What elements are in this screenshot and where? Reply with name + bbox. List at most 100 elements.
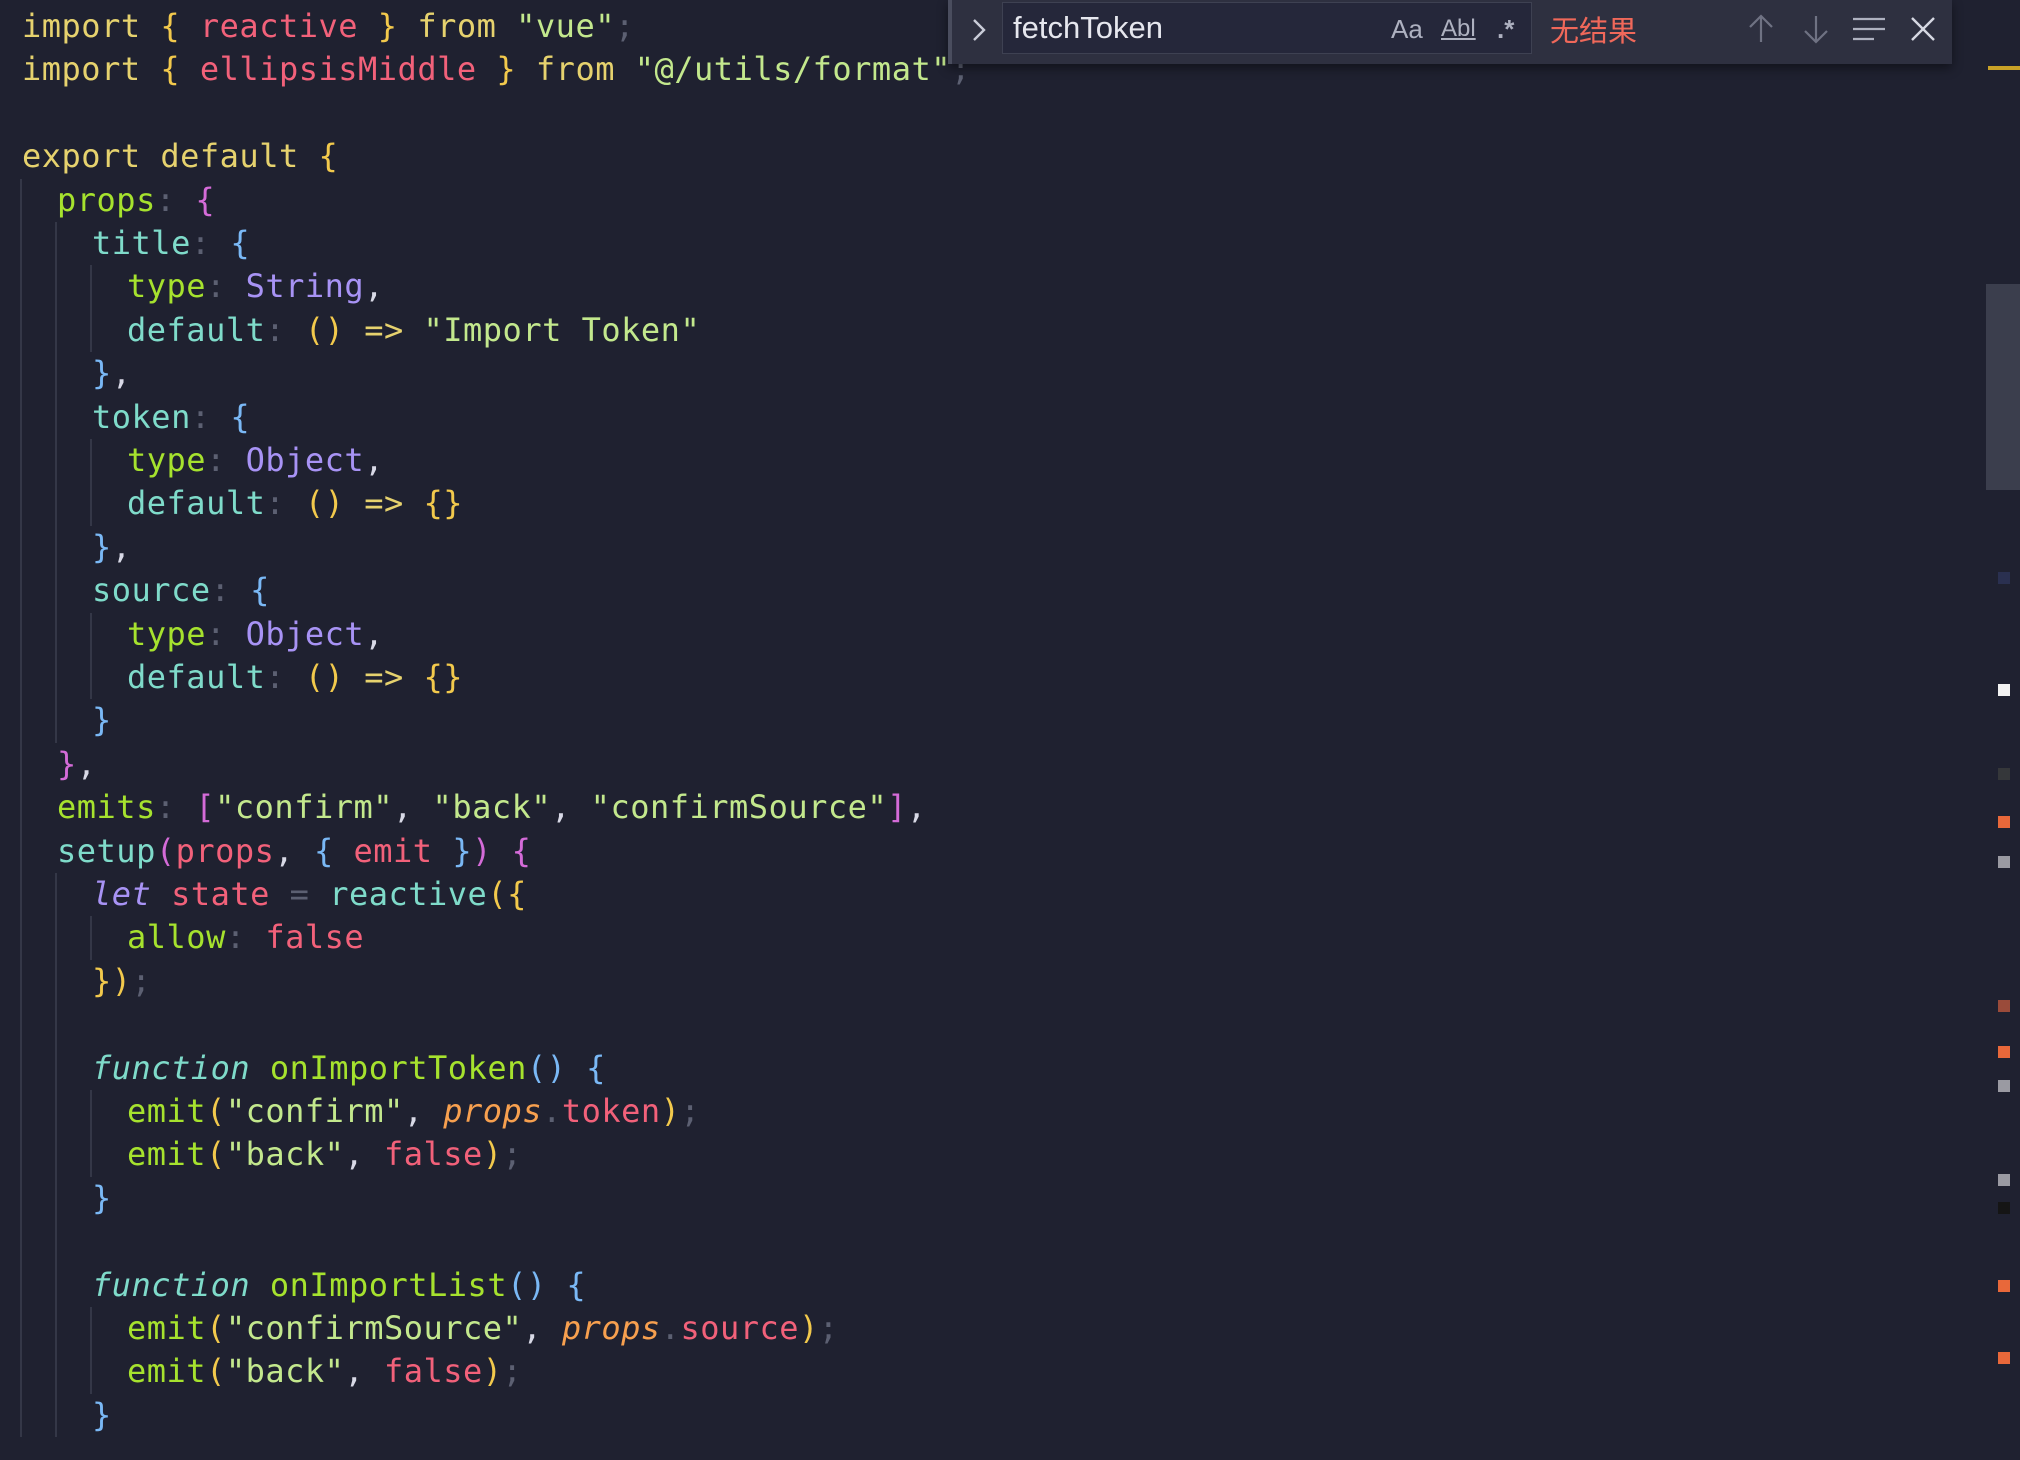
code-token: :	[206, 441, 246, 479]
code-token: "back"	[432, 788, 552, 827]
regex-toggle[interactable]: .*	[1497, 11, 1514, 47]
find-in-selection-icon[interactable]	[1850, 10, 1888, 48]
code-token: props	[175, 831, 275, 870]
code-line: source: {	[92, 569, 270, 612]
code-token: {}	[423, 658, 464, 696]
code-token: import	[22, 50, 141, 89]
vertical-scrollbar-track[interactable]	[1986, 0, 2020, 1460]
code-line: default: () => {}	[127, 482, 463, 525]
indent-guide	[90, 612, 92, 700]
code-token: token	[561, 1092, 661, 1130]
code-token: {	[546, 1265, 587, 1304]
code-token: onImportToken	[250, 1048, 527, 1087]
code-line: import { ellipsisMiddle } from "@/utils/…	[22, 48, 971, 91]
code-token: }	[377, 7, 398, 45]
chevron-right-icon[interactable]	[966, 12, 992, 48]
code-token: reactive	[180, 7, 378, 45]
overview-ruler-mark	[1998, 572, 2010, 584]
indent-guide	[90, 439, 92, 526]
code-token: ,	[906, 788, 927, 827]
code-token: }	[496, 50, 517, 89]
code-token: type	[127, 267, 207, 306]
code-line: function onImportToken() {	[92, 1047, 606, 1090]
overview-ruler-mark	[1998, 1352, 2010, 1364]
code-token: {	[160, 7, 181, 45]
vertical-scrollbar-thumb[interactable]	[1986, 284, 2020, 490]
code-token: "vue"	[516, 7, 615, 45]
code-line: import { reactive } from "vue";	[22, 5, 635, 48]
code-token: export default	[22, 137, 319, 176]
code-token: )	[472, 831, 492, 870]
code-token: )	[799, 1309, 819, 1347]
code-token: :	[225, 918, 266, 957]
code-line: export default {	[22, 135, 338, 178]
code-token: Object	[245, 441, 365, 479]
indent-guide	[55, 222, 57, 743]
code-token: {	[313, 831, 334, 870]
find-input[interactable]: fetchToken Aa Abl .*	[1002, 2, 1532, 54]
code-token: ,	[274, 831, 314, 870]
code-token: reactive	[309, 875, 488, 913]
code-line: props: {	[57, 179, 215, 222]
code-token: ()	[304, 310, 345, 349]
arrow-up-icon[interactable]	[1742, 10, 1780, 48]
code-line: default: () => "Import Token"	[127, 309, 700, 352]
code-token: "Import Token"	[423, 310, 701, 349]
code-token: emit	[333, 831, 453, 870]
code-line: let state = reactive({	[92, 873, 527, 916]
code-token: source	[92, 571, 211, 610]
overview-ruler-mark	[1998, 1000, 2010, 1012]
code-line: function onImportList() {	[92, 1264, 586, 1307]
code-token: =>	[344, 658, 424, 696]
code-token: {	[230, 224, 251, 262]
code-token: from	[516, 50, 635, 89]
code-line: default: () => {}	[127, 656, 463, 699]
code-token: ()	[304, 658, 345, 696]
code-line: emit("confirmSource", props.source);	[127, 1307, 839, 1350]
code-token: {}	[423, 484, 464, 523]
overview-ruler-mark	[1998, 1202, 2010, 1214]
code-token: emit	[127, 1135, 207, 1174]
indent-guide	[20, 178, 22, 1438]
code-token: {	[195, 180, 216, 219]
code-token: "@/utils/format"	[634, 50, 951, 89]
code-line: type: Object,	[127, 613, 384, 656]
code-token: default	[127, 484, 266, 523]
code-token: :	[265, 658, 305, 696]
code-token: onImportList	[250, 1265, 508, 1304]
code-token: })	[92, 961, 132, 1000]
indent-guide	[90, 1090, 92, 1177]
overview-ruler-mark	[1998, 1174, 2010, 1186]
code-token: String	[245, 267, 365, 306]
code-token: import	[22, 7, 141, 45]
arrow-down-icon[interactable]	[1797, 10, 1835, 48]
code-editor[interactable]: import { reactive } from "vue"; import { …	[0, 0, 2020, 1460]
code-line: },	[92, 526, 132, 569]
match-whole-word-toggle[interactable]: Abl	[1441, 11, 1476, 47]
code-token: props	[443, 1092, 543, 1130]
code-area[interactable]: import { reactive } from "vue"; import { …	[0, 0, 1980, 1460]
code-token: [	[195, 788, 216, 827]
code-token: (	[155, 831, 176, 870]
code-token: function	[92, 1048, 251, 1087]
code-token: :	[210, 571, 251, 610]
code-token: (	[206, 1092, 226, 1130]
match-case-toggle[interactable]: Aa	[1391, 11, 1423, 47]
code-line: },	[92, 352, 132, 395]
overview-ruler-mark	[1998, 1046, 2010, 1058]
code-token: type	[127, 614, 207, 653]
code-line: allow: false	[127, 916, 364, 959]
code-token: )	[482, 1352, 503, 1391]
code-token: props	[57, 180, 156, 219]
code-token: .	[542, 1092, 562, 1130]
code-token: :	[206, 614, 246, 653]
overview-ruler-mark	[1998, 768, 2010, 780]
code-token: ;	[614, 7, 635, 45]
indent-guide	[55, 873, 57, 1438]
close-icon[interactable]	[1904, 10, 1942, 48]
code-token: ;	[680, 1092, 701, 1130]
code-token: )	[660, 1092, 681, 1130]
code-token: (	[206, 1135, 226, 1174]
